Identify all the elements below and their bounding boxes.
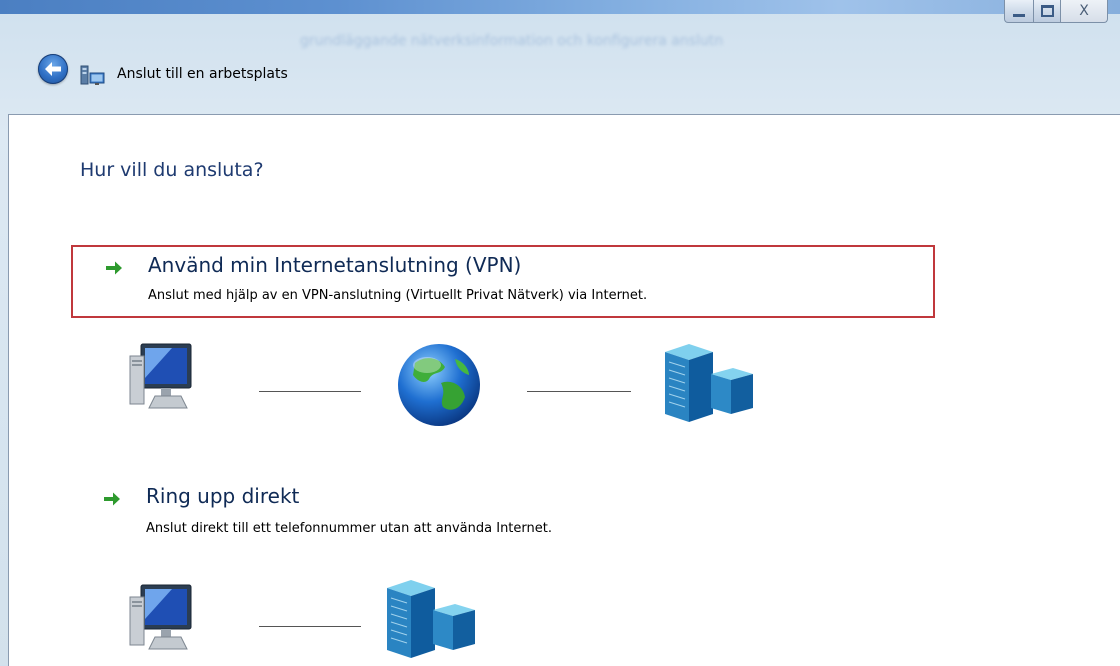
maximize-button[interactable] [1034,0,1061,23]
option-vpn-description: Anslut med hjälp av en VPN-anslutning (V… [148,288,648,303]
option-vpn[interactable]: Använd min Internetanslutning (VPN) Ansl… [71,245,935,318]
wizard-title: Anslut till en arbetsplats [117,66,288,82]
computer-icon [129,584,192,650]
computer-icon [129,343,192,409]
network-wizard-icon [80,65,105,85]
minimize-button[interactable] [1004,0,1034,23]
back-button[interactable] [38,54,68,84]
content-pane: Hur vill du ansluta? Använd min Internet… [8,114,1120,666]
window-caption-buttons: X [1004,0,1108,23]
title-bar [0,0,1120,14]
server-icon [665,344,753,422]
close-icon: X [1079,3,1089,19]
globe-icon [398,344,480,426]
maximize-icon [1040,5,1054,17]
option-dial-up-description: Anslut direkt till ett telefonnummer uta… [146,521,552,536]
green-arrow-icon [106,261,122,275]
close-button[interactable]: X [1061,0,1108,23]
connection-line [259,626,361,627]
green-arrow-icon [104,492,120,506]
option-dial-up-title: Ring upp direkt [146,484,300,508]
minimize-icon [1013,13,1025,17]
back-arrow-icon [45,62,61,76]
server-icon [387,580,475,658]
connection-line [527,391,631,392]
option-dial-up[interactable]: Ring upp direkt Anslut direkt till ett t… [71,483,935,543]
page-heading: Hur vill du ansluta? [80,159,264,181]
option-vpn-title: Använd min Internetanslutning (VPN) [148,253,522,277]
background-window-text: grundläggande nätverksinformation och ko… [300,33,724,49]
connection-line [259,391,361,392]
